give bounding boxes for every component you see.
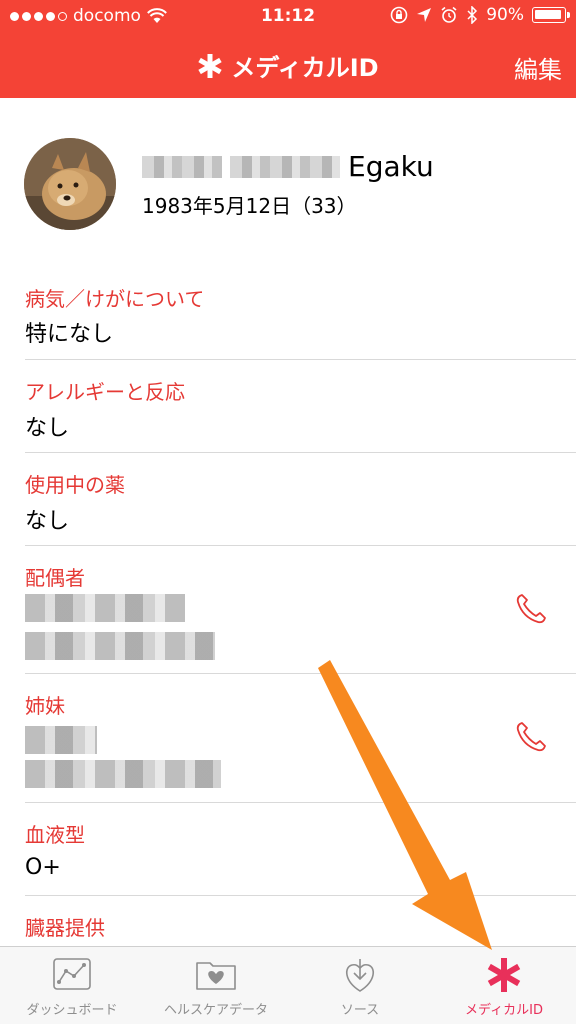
section-organ-donor: 臓器提供 [0,896,576,946]
medical-id-asterisk-icon [487,958,521,992]
navigation-bar: メディカルID 編集 [0,34,576,98]
medical-asterisk-icon [198,53,223,78]
health-data-folder-icon [196,962,236,990]
call-sister-phone-icon[interactable] [514,720,548,754]
dashboard-chart-icon [53,958,91,990]
battery-icon [532,7,570,23]
redacted-name-part [142,155,222,178]
user-name: Egaku [348,150,434,183]
alarm-icon [441,6,457,23]
tab-medical-id[interactable]: メディカルID [432,947,576,1024]
section-label: 使用中の薬 [25,473,125,497]
section-label: 配偶者 [25,566,85,590]
redacted-name-part [230,155,340,178]
redacted-contact-name [25,726,97,754]
section-label: アレルギーと反応 [25,380,185,404]
tab-label: メディカルID [465,1003,543,1018]
date-of-birth: 1983年5月12日（33） [142,194,357,218]
top-bar: docomo 11:12 90% メディカルID 編集 [0,0,576,98]
section-label: 病気／けがについて [25,287,205,311]
name-row: Egaku [142,150,434,183]
tab-bar: ダッシュボード ヘルスケアデータ ソース メディカルID [0,946,576,1024]
section-sister: 姉妹 [0,674,576,803]
section-value: なし [25,416,70,441]
sources-download-heart-icon [345,959,375,992]
tab-label: ダッシュボード [26,1003,118,1018]
edit-button[interactable]: 編集 [514,50,562,85]
tab-label: ヘルスケアデータ [163,1003,268,1018]
call-spouse-phone-icon[interactable] [514,592,548,626]
status-right: 90% [390,5,570,25]
tab-health-data[interactable]: ヘルスケアデータ [144,947,288,1024]
page-title-text: メディカルID [231,54,379,82]
section-value: 特になし [25,322,114,347]
redacted-contact-number [25,632,215,660]
section-value: O+ [25,855,61,880]
section-label: 姉妹 [25,694,65,718]
tab-label: ソース [340,1003,380,1018]
redacted-contact-name [25,594,185,622]
section-spouse: 配偶者 [0,546,576,674]
section-allergies: アレルギーと反応 なし [0,360,576,453]
profile-header: Egaku 1983年5月12日（33） [0,98,576,248]
tab-sources[interactable]: ソース [288,947,432,1024]
status-bar: docomo 11:12 90% [0,0,576,32]
section-label: 臓器提供 [25,916,105,940]
orientation-lock-icon [390,6,408,24]
battery-percent: 90% [486,5,524,25]
section-blood-type: 血液型 O+ [0,803,576,896]
page-title: メディカルID [0,48,576,83]
bluetooth-icon [467,6,478,24]
section-medications: 使用中の薬 なし [0,453,576,546]
dog-photo-icon [24,138,116,230]
section-conditions: 病気／けがについて 特になし [0,248,576,360]
tab-dashboard[interactable]: ダッシュボード [0,947,144,1024]
redacted-contact-number [25,760,221,788]
section-value: なし [25,509,70,534]
avatar [24,138,116,230]
location-icon [417,8,432,22]
section-label: 血液型 [25,823,85,847]
